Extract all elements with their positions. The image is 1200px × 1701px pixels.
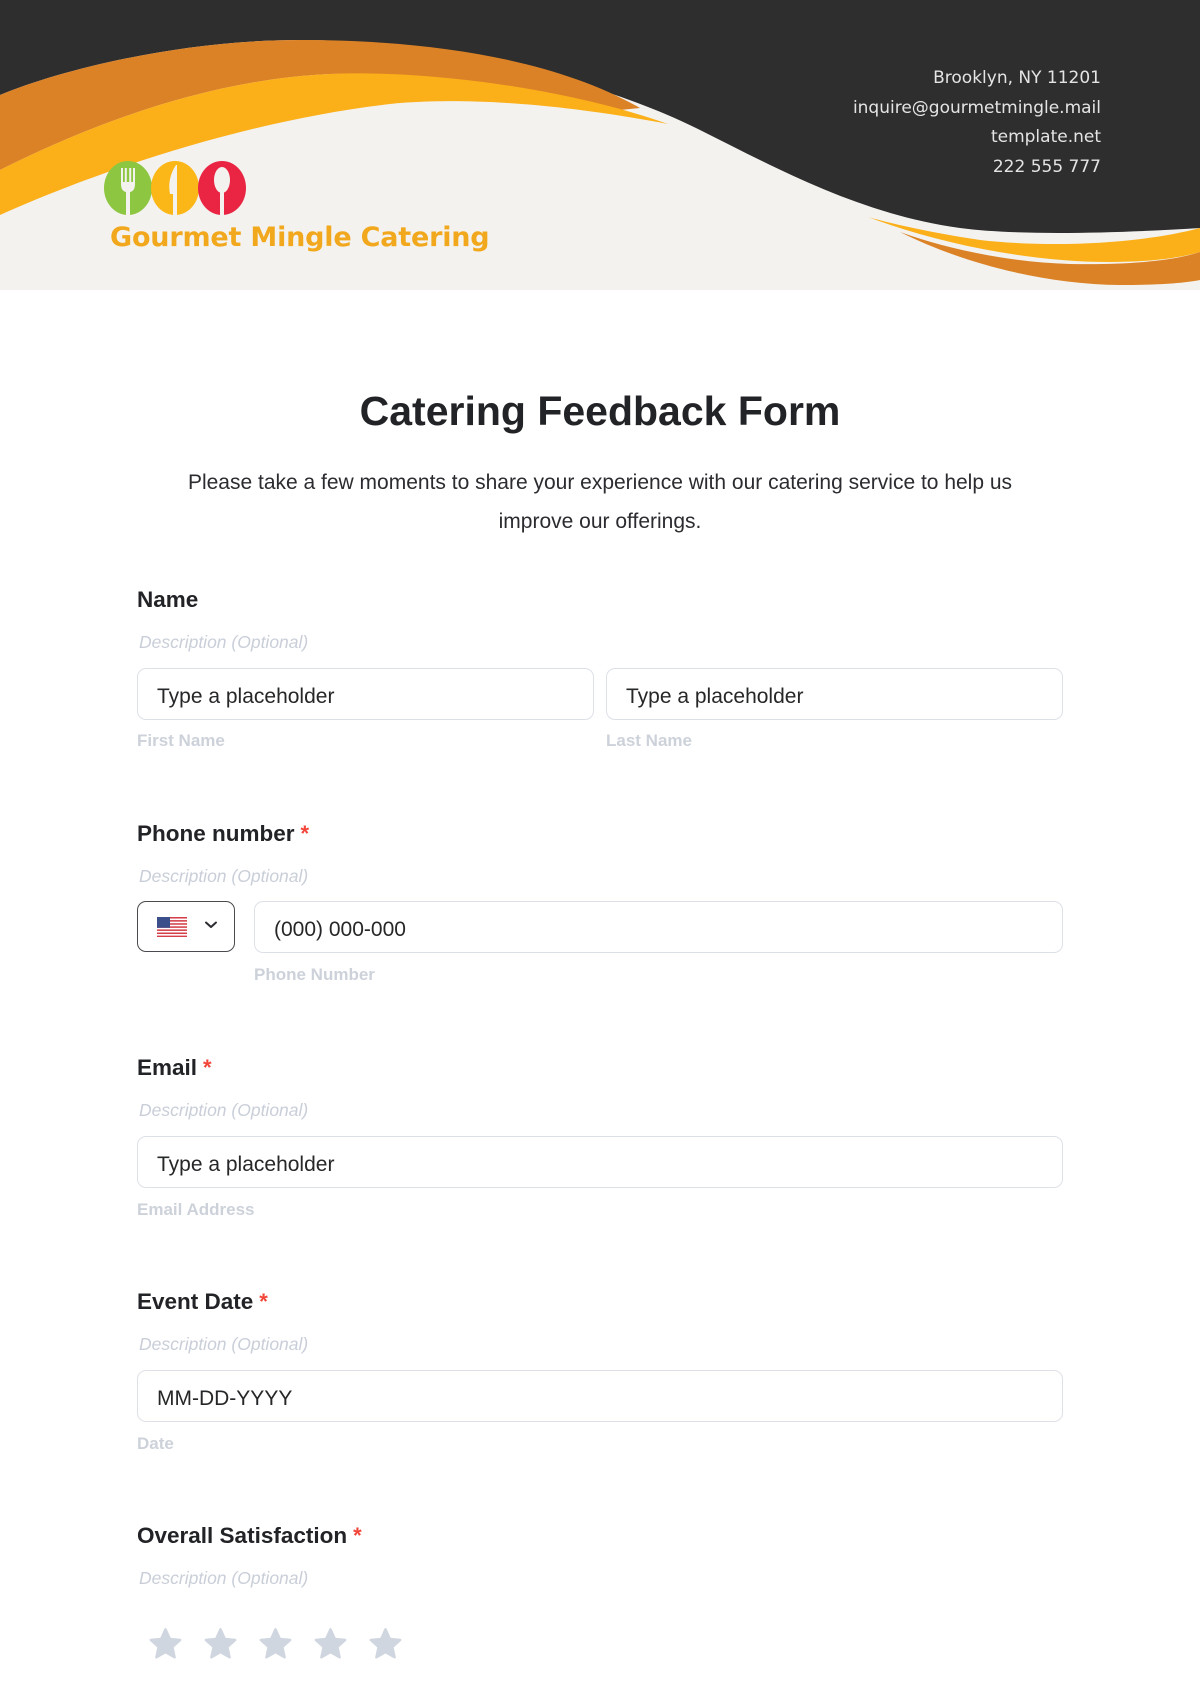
phone-label: Phone number * — [137, 821, 309, 847]
required-asterisk: * — [259, 1289, 268, 1314]
email-label-text: Email — [137, 1055, 198, 1080]
event-date-sublabel: Date — [137, 1434, 174, 1453]
contact-phone: 222 555 777 — [992, 156, 1101, 177]
chevron-down-icon — [205, 921, 217, 928]
intro-line-2: improve our offerings. — [498, 510, 702, 533]
star-rating[interactable] — [147, 1626, 404, 1662]
phone-number-input[interactable]: (000) 000-000 — [254, 901, 1063, 953]
email-label: Email * — [137, 1055, 212, 1081]
intro-line-1: Please take a few moments to share your … — [187, 471, 1013, 494]
star-icon[interactable] — [202, 1626, 239, 1662]
contact-address: Brooklyn, NY 11201 — [933, 68, 1101, 88]
star-icon[interactable] — [147, 1626, 184, 1662]
email-description: Description (Optional) — [139, 1100, 309, 1120]
first-name-input[interactable]: Type a placeholder — [137, 668, 594, 720]
phone-placeholder: (000) 000-000 — [274, 918, 406, 941]
last-name-input[interactable]: Type a placeholder — [606, 668, 1063, 720]
satisfaction-label: Overall Satisfaction * — [137, 1523, 362, 1549]
event-date-label: Event Date * — [137, 1289, 268, 1315]
name-label: Name — [137, 587, 198, 613]
phone-label-text: Phone number — [137, 821, 295, 846]
star-icon[interactable] — [367, 1626, 404, 1662]
form-title: Catering Feedback Form — [359, 388, 841, 434]
contact-email[interactable]: inquire@gourmetmingle.mail — [853, 94, 1101, 124]
event-date-description: Description (Optional) — [139, 1334, 309, 1354]
letterhead-header: Gourmet Mingle Catering Brooklyn, NY 112… — [0, 0, 1200, 290]
fork-icon — [104, 161, 152, 216]
form-intro: Please take a few moments to share your … — [130, 463, 1070, 541]
phone-description: Description (Optional) — [139, 866, 309, 886]
email-placeholder: Type a placeholder — [157, 1153, 335, 1176]
required-asterisk: * — [300, 821, 310, 846]
email-sublabel: Email Address — [137, 1200, 255, 1219]
contact-website[interactable]: template.net — [853, 123, 1101, 153]
event-date-input[interactable]: MM-DD-YYYY — [137, 1370, 1063, 1422]
phone-sublabel: Phone Number — [254, 965, 375, 984]
name-description: Description (Optional) — [139, 632, 309, 652]
country-code-select[interactable] — [137, 901, 235, 952]
first-name-sublabel: First Name — [137, 731, 225, 750]
last-name-sublabel: Last Name — [606, 731, 692, 750]
last-name-placeholder: Type a placeholder — [626, 685, 804, 708]
knife-icon — [151, 161, 199, 216]
event-date-label-text: Event Date — [137, 1289, 254, 1314]
contact-info: Brooklyn, NY 11201 inquire@gourmetmingle… — [853, 64, 1101, 182]
satisfaction-description: Description (Optional) — [139, 1568, 309, 1588]
star-icon[interactable] — [257, 1626, 294, 1662]
star-icon[interactable] — [312, 1626, 349, 1662]
first-name-placeholder: Type a placeholder — [157, 685, 335, 708]
name-label-text: Name — [137, 587, 199, 612]
brand-name: Gourmet Mingle Catering — [110, 222, 490, 253]
event-date-placeholder: MM-DD-YYYY — [157, 1387, 293, 1410]
email-input[interactable]: Type a placeholder — [137, 1136, 1063, 1188]
spoon-icon — [198, 161, 246, 216]
required-asterisk: * — [203, 1055, 212, 1080]
brand-logo — [104, 161, 246, 216]
us-flag-icon — [157, 917, 187, 937]
required-asterisk: * — [353, 1523, 362, 1548]
satisfaction-label-text: Overall Satisfaction — [137, 1523, 348, 1548]
